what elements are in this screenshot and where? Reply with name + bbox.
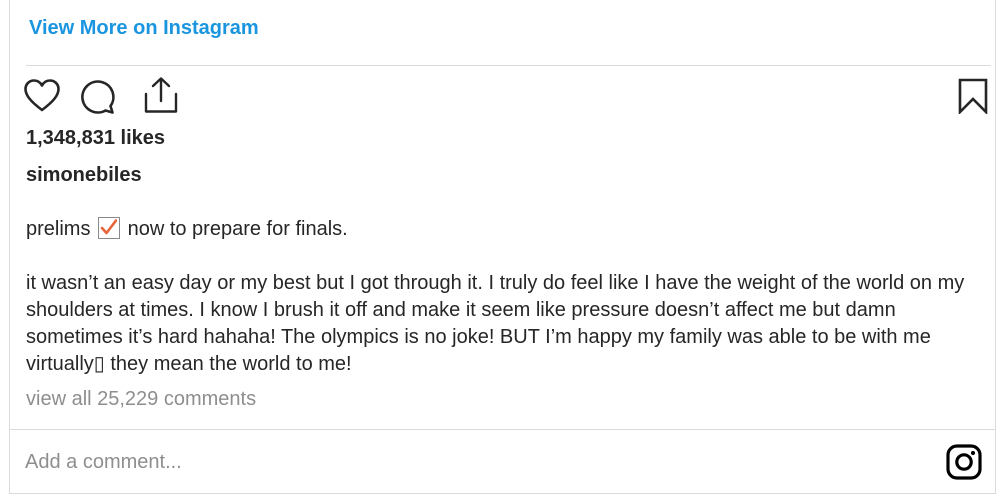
- instagram-embed-card: View More on Instagram 1,348,831 likes s…: [9, 0, 996, 494]
- check-mark-box-icon: [98, 217, 121, 239]
- caption-text: now to prepare for finals.: [127, 218, 348, 240]
- share-icon[interactable]: [143, 76, 179, 114]
- likes-count[interactable]: 1,348,831 likes: [26, 127, 165, 150]
- add-comment-input[interactable]: [25, 445, 925, 479]
- post-username[interactable]: simonebiles: [26, 164, 142, 187]
- divider: [10, 429, 995, 430]
- view-more-on-instagram-link[interactable]: View More on Instagram: [29, 17, 259, 40]
- comment-bubble-icon[interactable]: [79, 79, 115, 115]
- caption-body: it wasn’t an easy day or my best but I g…: [26, 272, 965, 375]
- view-all-comments-link[interactable]: view all 25,229 comments: [26, 388, 256, 411]
- post-actions-bar: [24, 76, 988, 118]
- instagram-icon[interactable]: [946, 444, 982, 485]
- caption-text: prelims: [26, 218, 91, 240]
- bookmark-icon[interactable]: [958, 78, 988, 114]
- caption-line: prelims now to prepare for finals.: [26, 216, 986, 243]
- heart-icon[interactable]: [24, 79, 60, 113]
- post-caption: prelims now to prepare for finals. it wa…: [26, 216, 986, 378]
- divider: [26, 65, 991, 66]
